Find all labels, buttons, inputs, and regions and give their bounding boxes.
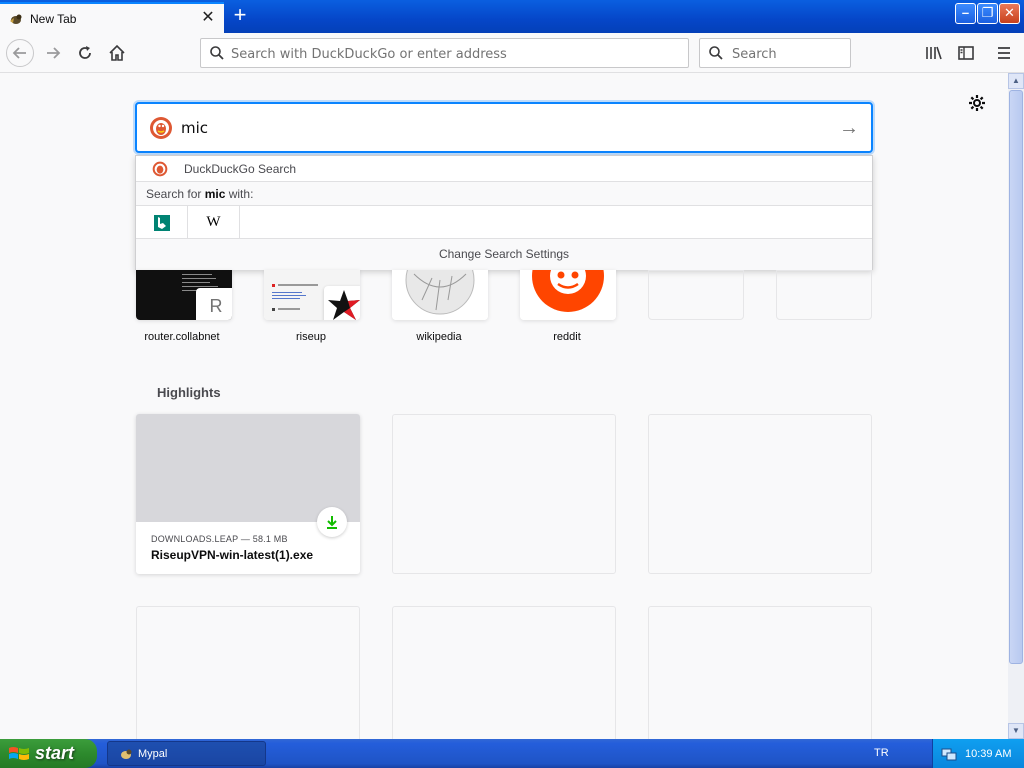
mypal-icon [121,749,132,759]
duckduckgo-icon [150,117,172,139]
system-tray: 10:39 AM [932,739,1024,768]
vertical-scrollbar[interactable]: ▲ ▼ [1008,73,1024,739]
top-site-label: riseup [296,331,326,343]
scroll-down-icon[interactable]: ▼ [1008,723,1024,739]
search-for-row: Search for mic with: [136,182,872,206]
highlight-placeholder [392,414,616,574]
search-input[interactable] [732,44,842,64]
arrow-right-icon[interactable]: → [837,116,861,140]
top-site-reddit[interactable] [520,270,616,320]
top-site-tile[interactable]: R [136,270,232,320]
taskbar: start Mypal TR 10:39 AM [0,739,1024,768]
search-term: mic [204,187,226,201]
mypal-icon [10,14,22,24]
top-site-label: router.collabnet [144,331,220,343]
start-label: start [35,743,75,763]
hamburger-menu-icon [998,47,1010,59]
back-button[interactable] [6,39,34,67]
scroll-up-icon[interactable]: ▲ [1008,73,1024,89]
highlight-thumbnail [136,414,360,522]
highlight-source: DOWNLOADS.LEAP — 58.1 MB [151,534,288,544]
top-site-placeholder[interactable] [648,270,744,320]
top-site-wikipedia[interactable] [392,270,488,320]
tab-close-icon[interactable]: ✕ [198,8,218,28]
language-indicator[interactable]: TR [874,747,889,759]
taskbar-item-label: Mypal [138,747,168,760]
search-for-text: Search for mic with: [146,187,254,201]
highlight-title: RiseupVPN-win-latest(1).exe [151,548,314,562]
download-icon [317,507,347,537]
top-site-tile[interactable] [392,270,488,320]
tab-new-tab[interactable]: New Tab ✕ [0,2,224,33]
navigation-toolbar [0,33,1024,73]
search-bar[interactable] [699,38,851,68]
engine-row[interactable]: DuckDuckGo Search [136,156,872,182]
top-site-empty[interactable] [776,270,872,320]
address-input[interactable] [231,44,671,64]
newtab-search-input[interactable] [181,117,821,139]
newtab-search-box[interactable]: → [135,102,873,153]
gear-icon[interactable] [966,94,988,116]
highlights-heading: Highlights [157,385,221,400]
reload-icon [79,46,91,59]
one-off-engines: W [136,206,872,239]
library-button[interactable] [921,40,947,66]
top-site-empty[interactable] [648,270,744,320]
duckduckgo-icon [152,161,168,177]
windows-flag-icon [9,746,29,760]
highlight-card[interactable]: DOWNLOADS.LEAP — 58.1 MB RiseupVPN-win-l… [136,414,360,574]
sidebar-button[interactable] [953,40,979,66]
new-tab-button[interactable]: + [228,4,252,28]
clock[interactable]: 10:39 AM [965,748,1011,760]
close-window-button[interactable]: ✕ [999,3,1020,24]
menu-button[interactable] [991,40,1017,66]
wikipedia-globe-icon [392,270,488,320]
wikipedia-icon: W [206,214,221,230]
network-icon[interactable] [941,746,957,762]
title-bar: New Tab ✕ + – ❐ ✕ [0,0,1024,33]
minimize-button[interactable]: – [955,3,976,24]
site-badge: R [196,288,232,320]
top-site-placeholder[interactable] [776,270,872,320]
scroll-thumb[interactable] [1009,90,1023,664]
top-site-label: wikipedia [416,331,462,343]
home-icon [109,44,125,61]
top-site-tile[interactable] [520,270,616,320]
change-search-settings-button[interactable]: Change Search Settings [136,239,872,270]
arrow-right-icon [47,47,61,59]
arrow-left-icon [12,47,26,59]
address-bar[interactable] [200,38,689,68]
bing-button[interactable] [136,206,188,239]
search-icon [210,46,224,60]
bing-icon [153,214,170,231]
home-button[interactable] [104,40,130,66]
search-icon [709,46,723,60]
top-site-riseup[interactable] [264,270,360,320]
wikipedia-button[interactable]: W [188,206,240,239]
highlight-placeholder [648,414,872,574]
sidebar-icon [958,46,974,60]
top-site-router-collabnet[interactable]: R [136,270,232,320]
maximize-button[interactable]: ❐ [977,3,998,24]
tab-title: New Tab [30,12,77,26]
engine-label: DuckDuckGo Search [184,162,297,176]
start-button[interactable]: start [0,739,97,768]
library-icon [926,46,942,60]
reddit-icon [520,270,616,320]
top-site-tile[interactable] [264,270,360,320]
top-site-label: reddit [553,331,581,343]
star-icon [324,286,360,320]
search-suggestions-dropdown: DuckDuckGo Search Search for mic with: W… [135,155,873,270]
taskbar-item-mypal[interactable]: Mypal [107,741,266,766]
forward-button[interactable] [40,40,66,66]
reload-button[interactable] [72,40,98,66]
